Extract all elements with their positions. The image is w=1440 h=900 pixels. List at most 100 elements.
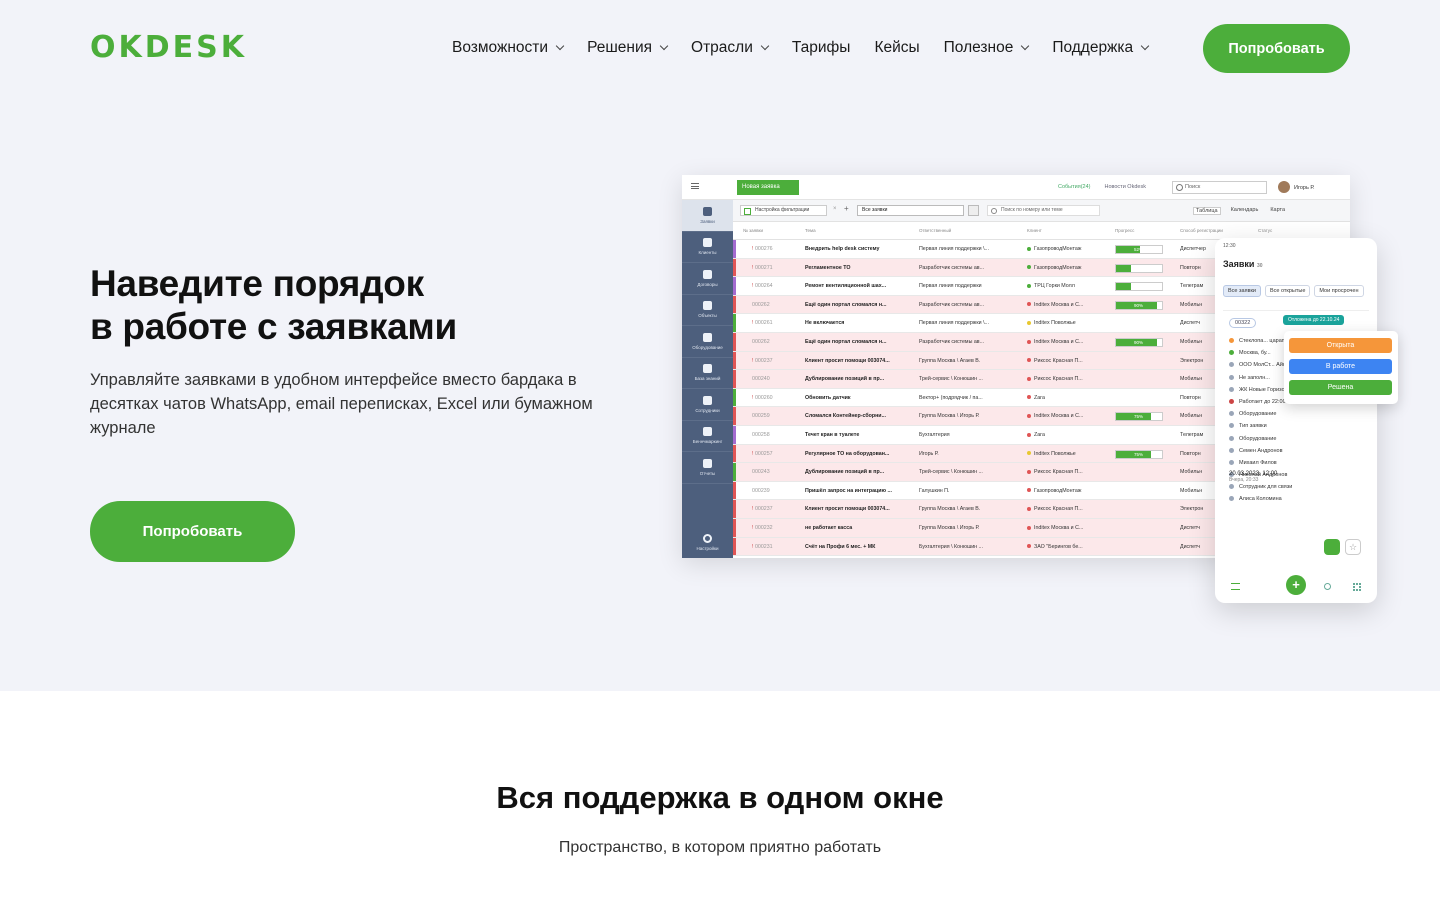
site-header: OKDESK Возможности Решения Отрасли Тариф… (0, 0, 1440, 96)
ticket-responsible: Группа Москва \ Агаев В. (919, 357, 981, 364)
ticket-subject: Обновить датчик (805, 394, 851, 401)
try-button-hero[interactable]: Попробовать (90, 501, 295, 562)
ticket-responsible: Игорь Р. (919, 450, 939, 457)
priority-bar (733, 370, 736, 388)
phone-detail-line: Сотрудник для связи (1229, 481, 1369, 493)
phone-tab-overdue: Мои просрочен (1314, 285, 1364, 297)
ticket-subject: Течет кран в туалете (805, 431, 860, 438)
col-progress: Прогресс (1115, 228, 1135, 233)
nav-item-solutions[interactable]: Решения (587, 36, 669, 60)
number-search-input: Поиск по номеру или теме (987, 205, 1100, 216)
phone-date: 20.03.2023, 12:00 Вчера, 20:33 (1229, 471, 1278, 483)
ticket-responsible: Бухгалтерия \ Конюшин ... (919, 543, 983, 550)
filter-settings-button: Настройка фильтрации (740, 205, 827, 216)
col-number: № заявки (743, 228, 763, 233)
mobile-app-mockup: 12:30 Заявки 30 Все заявки Все открытые … (1215, 238, 1377, 603)
nav-item-features[interactable]: Возможности (452, 36, 565, 60)
view-calendar: Календарь (1230, 207, 1259, 213)
chart-icon (703, 458, 712, 468)
progress-label: 52% (1134, 247, 1144, 252)
sidebar-item-contracts: Договоры (682, 263, 733, 295)
phone-tab-open: Все открытые (1264, 285, 1311, 297)
dot-icon (1229, 398, 1234, 404)
bell-icon (703, 206, 712, 216)
priority-bar (733, 277, 736, 295)
nav-item-useful[interactable]: Полезное (944, 36, 1030, 60)
okdesk-logo[interactable]: OKDESK (90, 30, 247, 66)
hero-title: Наведите порядок в работе с заявками (90, 262, 457, 348)
ticket-subject: Счёт на Профи 6 мес. + МК (805, 543, 876, 550)
ticket-subject: Сломался Контейнер-сборни... (805, 413, 886, 420)
hand-icon (1324, 539, 1340, 555)
nav-item-industries[interactable]: Отрасли (691, 36, 770, 60)
ticket-client: Inditex Москва и С... (1027, 407, 1107, 425)
ticket-responsible: Первая линия поддержки \... (919, 320, 989, 327)
dot-icon (1229, 423, 1234, 429)
ticket-responsible: Бухгалтерия (919, 431, 950, 438)
ticket-subject: Дублирование позиций в пр... (805, 469, 885, 476)
add-icon: + (1286, 575, 1306, 595)
ticket-number: 000258 (752, 431, 770, 438)
nav-item-cases[interactable]: Кейсы (874, 36, 919, 60)
priority-bar (733, 240, 736, 258)
phone-detail-line: Тип заявки (1229, 420, 1369, 432)
ticket-subject: Ещё один портал сломался н... (805, 338, 887, 345)
phone-detail-line: Семен Андронов (1229, 445, 1369, 457)
ticket-number: ! 000257 (752, 450, 773, 457)
sidebar-item-tickets: Заявки (682, 200, 733, 232)
try-button-header[interactable]: Попробовать (1203, 24, 1350, 73)
top-links: События(24) Новости Okdesk (1058, 184, 1146, 190)
events-link: События(24) (1058, 184, 1091, 190)
ticket-responsible: Группа Москва \ Игорь Р. (919, 413, 980, 420)
ticket-number: 000262 (752, 301, 770, 308)
ticket-number: 000239 (752, 487, 770, 494)
ticket-client: Inditex Москва и С... (1027, 333, 1107, 351)
progress-label: 90% (1134, 339, 1144, 345)
ticket-client: ТРЦ Горки Молл (1027, 277, 1107, 295)
ticket-subject: Внедрить help desk систему (805, 246, 880, 252)
view-map: Карта (1270, 207, 1286, 213)
priority-bar (733, 314, 736, 332)
plus-icon: + (844, 204, 849, 213)
chevron-down-icon (1140, 41, 1150, 51)
all-tickets-select: Все заявки (857, 205, 964, 216)
ticket-client: ГазопроводМонтаж (1027, 259, 1107, 277)
chevron-down-icon (555, 41, 565, 51)
gauge-icon (703, 427, 712, 437)
ticket-responsible: Трей-сервис \ Конюшин ... (919, 469, 983, 476)
nav-item-pricing[interactable]: Тарифы (792, 36, 851, 60)
app-search: Поиск (1172, 181, 1267, 194)
phone-ticket-id: 00322 (1229, 318, 1257, 328)
document-icon (703, 269, 712, 279)
progress-label: 90% (1134, 302, 1144, 308)
book-icon (703, 364, 712, 374)
news-link: Новости Okdesk (1104, 184, 1146, 190)
progress-fill (1116, 283, 1132, 291)
sidebar-item-staff: Сотрудники (682, 389, 733, 421)
ticket-responsible: Вектор+ (подрядчик / па... (919, 394, 983, 401)
status-popup: Открыта В работе Решена (1284, 331, 1398, 404)
progress-label: 33% (1134, 265, 1144, 271)
ticket-number: ! 000264 (752, 283, 773, 290)
col-client: Клиент (1027, 228, 1042, 233)
dot-icon (1229, 447, 1234, 453)
phone-tabs: Все заявки Все открытые Мои просрочен (1223, 285, 1364, 297)
phone-detail-line: Алиса Коломина (1229, 493, 1369, 505)
ticket-subject: Ещё один портал сломался н... (805, 301, 887, 308)
briefcase-icon (703, 238, 712, 248)
ticket-subject: Не включается (805, 320, 845, 327)
main-nav: Возможности Решения Отрасли Тарифы Кейсы… (452, 36, 1172, 60)
ticket-number: 000240 (752, 376, 770, 383)
progress-bar: 90% (1115, 300, 1163, 310)
hero-lead: Управляйте заявками в удобном интерфейсе… (90, 371, 593, 437)
ticket-client: Риксос Красная П... (1027, 463, 1107, 481)
ticket-subject: не работает касса (805, 524, 853, 531)
col-status: Статус (1258, 228, 1273, 233)
ticket-responsible: Первая линия поддержки \... (919, 246, 989, 252)
priority-bar (733, 407, 736, 425)
ticket-client: Inditex Москва и С... (1027, 296, 1107, 314)
ticket-responsible: Группа Москва \ Игорь Р. (919, 524, 980, 531)
progress-bar: 75% (1115, 412, 1163, 422)
nav-item-support[interactable]: Поддержка (1052, 36, 1150, 60)
ticket-client: Риксос Красная П... (1027, 500, 1107, 518)
